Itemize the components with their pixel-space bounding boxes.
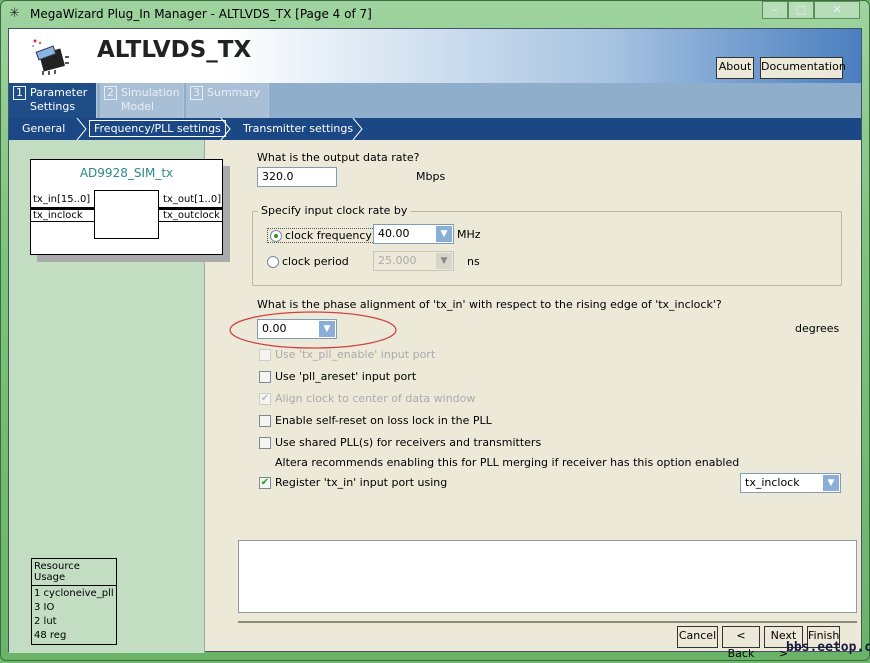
wizard-wand-icon: ✳ xyxy=(9,6,20,21)
back-button[interactable]: < Back xyxy=(722,626,760,660)
checkbox-label: Use 'tx_pll_enable' input port xyxy=(275,348,436,361)
window-title: MegaWizard Plug_In Manager - ALTLVDS_TX … xyxy=(30,7,372,21)
checkmark-icon: ✔ xyxy=(259,393,271,405)
page-title: ALTLVDS_TX xyxy=(97,37,252,63)
checkbox-label: Enable self-reset on loss lock in the PL… xyxy=(275,414,492,427)
clock-period-combo: 25.000 ▼ xyxy=(373,251,454,271)
port-tx-in: tx_in[15..0] xyxy=(33,194,91,205)
port-tx-inclock: tx_inclock xyxy=(33,210,83,221)
phase-unit: degrees xyxy=(795,322,840,335)
documentation-button[interactable]: Documentation xyxy=(760,57,846,79)
align-clock-checkbox: ✔ Align clock to center of data window xyxy=(259,392,475,405)
tab-number: 2 xyxy=(104,86,117,100)
clock-frequency-radio[interactable]: clock frequency xyxy=(267,228,375,243)
symbol-body xyxy=(94,190,159,239)
combo-value: 0.00 xyxy=(262,322,287,335)
resource-usage-box: Resource Usage 1 cycloneive_pll 3 IO 2 l… xyxy=(31,558,117,645)
symbol-preview: AD9928_SIM_tx tx_in[15..0] tx_inclock tx… xyxy=(30,159,223,255)
shared-pll-checkbox[interactable]: Use shared PLL(s) for receivers and tran… xyxy=(259,436,541,449)
page-breadcrumb: General Frequency/PLL settings Transmitt… xyxy=(9,118,861,140)
radio-label: clock frequency xyxy=(285,229,372,242)
clock-period-unit: ns xyxy=(467,255,480,268)
resource-usage-title: Resource Usage xyxy=(32,559,116,586)
data-rate-question: What is the output data rate? xyxy=(257,151,420,164)
use-pll-areset-checkbox[interactable]: Use 'pll_areset' input port xyxy=(259,370,416,383)
left-panel: AD9928_SIM_tx tx_in[15..0] tx_inclock tx… xyxy=(9,140,223,653)
clock-rate-group-label: Specify input clock rate by xyxy=(258,204,411,217)
chevron-down-icon[interactable]: ▼ xyxy=(823,475,839,491)
tab-label: Summary xyxy=(207,86,261,99)
wizard-tabs: 1 Parameter Settings 2 Simulation Model 3S… xyxy=(9,83,861,118)
clock-frequency-combo[interactable]: 40.00 ▼ xyxy=(373,224,454,244)
clock-rate-group xyxy=(252,211,842,286)
clock-frequency-unit: MHz xyxy=(457,228,481,241)
checkbox-label: Use shared PLL(s) for receivers and tran… xyxy=(275,436,542,449)
shared-pll-note: Altera recommends enabling this for PLL … xyxy=(275,456,740,469)
checkbox-icon xyxy=(259,437,271,449)
combo-value: 25.000 xyxy=(378,254,417,267)
radio-label: clock period xyxy=(282,255,349,268)
header: ALTLVDS_TX About Documentation xyxy=(9,29,861,83)
register-clock-combo[interactable]: tx_inclock ▼ xyxy=(740,473,841,493)
megafunction-chip-icon xyxy=(32,39,69,75)
resource-item: 3 IO xyxy=(34,602,55,613)
resource-item: 48 reg xyxy=(34,630,67,641)
resource-item: 1 cycloneive_pll xyxy=(34,588,114,599)
chevron-down-icon: ▼ xyxy=(436,253,452,269)
phase-combo[interactable]: 0.00 ▼ xyxy=(257,319,337,339)
tab-parameter-settings[interactable]: 1 Parameter Settings xyxy=(9,83,97,118)
chevron-down-icon[interactable]: ▼ xyxy=(436,226,452,242)
combo-value: 40.00 xyxy=(378,227,410,240)
checkbox-label: Register 'tx_in' input port using xyxy=(275,476,448,489)
divider xyxy=(238,621,857,623)
settings-panel: What is the output data rate? 320.0 Mbps… xyxy=(205,140,861,660)
combo-value: tx_inclock xyxy=(745,476,800,489)
tab-number: 3 xyxy=(190,86,203,100)
radio-unselected-icon xyxy=(267,256,279,268)
register-tx-in-checkbox[interactable]: ✔ Register 'tx_in' input port using xyxy=(259,476,447,489)
tab-summary[interactable]: 3 Summary xyxy=(186,83,269,118)
checkbox-icon xyxy=(259,349,271,361)
symbol-name: AD9928_SIM_tx xyxy=(79,166,174,180)
tab-simulation-model[interactable]: 2 Simulation Model xyxy=(100,83,184,118)
checkbox-label: Use 'pll_areset' input port xyxy=(275,370,417,383)
chevron-right-icon xyxy=(220,118,231,140)
checkbox-label: Align clock to center of data window xyxy=(275,392,476,405)
self-reset-checkbox[interactable]: Enable self-reset on loss lock in the PL… xyxy=(259,414,492,427)
checkbox-icon xyxy=(259,371,271,383)
tab-label: Simulation Model xyxy=(121,86,180,113)
checkmark-icon: ✔ xyxy=(259,477,271,489)
watermark: bbs.eetop.cn xyxy=(786,640,870,655)
clock-period-radio[interactable]: clock period xyxy=(267,255,349,268)
about-button[interactable]: About xyxy=(716,57,754,79)
resource-item: 2 lut xyxy=(34,616,57,627)
close-button[interactable]: ✕ xyxy=(814,1,860,19)
chevron-down-icon[interactable]: ▼ xyxy=(319,321,335,337)
checkbox-icon xyxy=(259,415,271,427)
subnav-transmitter[interactable]: Transmitter settings xyxy=(243,122,353,135)
chevron-right-icon xyxy=(76,118,87,140)
wizard-content: ALTLVDS_TX About Documentation 1 Paramete… xyxy=(8,28,862,660)
tab-label: Parameter Settings xyxy=(30,86,88,113)
chevron-right-icon xyxy=(352,118,363,140)
radio-selected-icon xyxy=(270,230,282,242)
minimize-button[interactable]: – xyxy=(762,1,788,19)
cancel-button[interactable]: Cancel xyxy=(677,626,718,648)
data-rate-input[interactable]: 320.0 xyxy=(257,167,337,187)
data-rate-unit: Mbps xyxy=(416,170,446,183)
use-pll-enable-checkbox: Use 'tx_pll_enable' input port xyxy=(259,348,435,361)
subnav-frequency-pll[interactable]: Frequency/PLL settings xyxy=(89,120,226,137)
message-area xyxy=(238,540,857,613)
wire-line xyxy=(31,221,94,222)
maximize-button[interactable]: □ xyxy=(788,1,814,19)
tab-number: 1 xyxy=(13,86,26,100)
subnav-general[interactable]: General xyxy=(22,122,65,135)
